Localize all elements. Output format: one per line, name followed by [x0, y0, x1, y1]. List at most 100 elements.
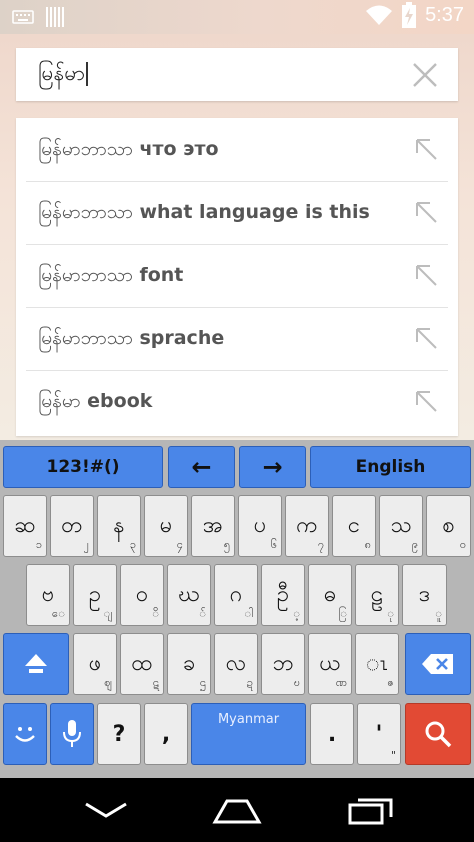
key-char: ဒ [418, 581, 431, 607]
key-row1[interactable]: န၃ [97, 495, 141, 557]
key-alt-char: ၂ [83, 538, 89, 551]
key-char: ဥ [88, 581, 102, 607]
suggestion-prefix: မြန်မာဘာသာ [38, 138, 133, 160]
emoji-key[interactable] [3, 703, 47, 765]
status-left [12, 7, 64, 31]
key-row2[interactable]: ဗေ [26, 564, 70, 626]
recents-icon [348, 798, 393, 825]
key-row1[interactable]: သ၉ [379, 495, 423, 557]
key-row2[interactable]: ဝိ [120, 564, 164, 626]
key-row2[interactable]: ဦ့ [261, 564, 305, 626]
search-bar[interactable]: မြန်မာ [16, 48, 458, 101]
suggestion-completion: sprache [132, 327, 225, 349]
arrow-up-left-icon[interactable] [414, 326, 438, 350]
suggestion-item[interactable]: မြန်မာဘာသာ sprache [26, 307, 448, 371]
battery-charging-icon [401, 2, 417, 28]
key-row1[interactable]: ပ၆ [238, 495, 282, 557]
key-row3[interactable]: ခဌ [167, 633, 211, 695]
key-row3[interactable]: ဖဈ [73, 633, 117, 695]
key-row2[interactable]: ဒူ [402, 564, 447, 626]
apostrophe-key[interactable]: ' " [357, 703, 401, 765]
recents-nav-button[interactable] [348, 797, 394, 829]
suggestion-prefix: မြန်မာ [38, 390, 81, 412]
comma-key[interactable]: , [144, 703, 188, 765]
key-char: ဓ [323, 581, 337, 607]
cursor-right-key[interactable]: → [239, 446, 306, 488]
key-row2[interactable]: ဂါ [214, 564, 258, 626]
key-row1[interactable]: မ၄ [144, 495, 188, 557]
arrow-left-icon: ← [191, 453, 212, 481]
key-alt-char: ဎ [293, 676, 300, 689]
shift-key[interactable] [3, 633, 69, 695]
key-alt-char: ၇ [317, 538, 324, 551]
key-char: ၤ [366, 650, 388, 676]
key-row1[interactable]: က၇ [285, 495, 329, 557]
status-bar: 5:37 [0, 0, 474, 34]
search-input[interactable]: မြန်မာ [38, 60, 89, 91]
key-alt-char: ဏ [335, 676, 347, 689]
key-row1[interactable]: စ၀ [426, 495, 471, 557]
shift-icon [25, 654, 47, 673]
backspace-key[interactable] [405, 633, 471, 695]
key-alt-char: ု [387, 607, 394, 620]
suggestion-prefix: မြန်မာဘာသာ [38, 264, 133, 286]
key-row2[interactable]: ဥျ [73, 564, 117, 626]
close-icon[interactable] [412, 62, 438, 88]
suggestion-item[interactable]: မြန်မာဘာသာ font [26, 244, 448, 308]
barcode-icon [46, 7, 64, 31]
language-switch-key[interactable]: English [310, 446, 471, 488]
key-char: , [161, 721, 171, 747]
key-row3[interactable]: ၤဇ [355, 633, 399, 695]
search-key[interactable] [405, 703, 471, 765]
suggestion-item[interactable]: မြန်မာဘာသာ что это [26, 118, 448, 182]
keyboard-icon [12, 9, 34, 29]
home-icon [212, 799, 262, 824]
arrow-up-left-icon[interactable] [414, 263, 438, 287]
key-row1[interactable]: ဆ၁ [3, 495, 47, 557]
smiley-icon [15, 727, 35, 742]
navigation-bar [0, 778, 474, 842]
key-char: ထ [131, 650, 153, 676]
key-alt-char: ဌ [199, 676, 206, 689]
arrow-up-left-icon[interactable] [414, 389, 438, 413]
suggestion-text: မြန်မာဘာသာ что это [38, 137, 219, 165]
chevron-down-icon [85, 802, 127, 818]
arrow-right-icon: → [262, 453, 283, 481]
arrow-up-left-icon[interactable] [414, 137, 438, 161]
back-nav-button[interactable] [84, 801, 128, 825]
key-alt-char: ် [199, 607, 206, 620]
key-row3[interactable]: ယဏ [308, 633, 352, 695]
key-row2[interactable]: ဃ် [167, 564, 211, 626]
backspace-icon [422, 654, 453, 674]
key-row2[interactable]: ဠု [355, 564, 399, 626]
suggestion-item[interactable]: မြန်မာဘာသာ what language is this [26, 181, 448, 245]
symbols-key[interactable]: 123!#() [3, 446, 163, 488]
question-key[interactable]: ? [97, 703, 141, 765]
home-nav-button[interactable] [212, 798, 262, 828]
suggestion-text: မြန်မာ ebook [38, 389, 152, 417]
arrow-up-left-icon[interactable] [414, 200, 438, 224]
key-row1[interactable]: အ၅ [191, 495, 235, 557]
voice-input-key[interactable] [50, 703, 94, 765]
cursor-left-key[interactable]: ← [168, 446, 235, 488]
suggestion-completion: what language is this [132, 201, 370, 223]
space-key[interactable]: Myanmar [191, 703, 306, 765]
key-alt-char: ျ [103, 607, 112, 620]
key-row1[interactable]: တ၂ [50, 495, 94, 557]
key-alt-char: ၀ [459, 538, 466, 551]
suggestion-item[interactable]: မြန်မာ ebook [26, 370, 448, 433]
key-row3[interactable]: လဍ [214, 633, 258, 695]
key-row3[interactable]: ဘဎ [261, 633, 305, 695]
key-row3[interactable]: ထဋ [120, 633, 164, 695]
suggestion-completion: font [132, 264, 184, 286]
key-row2[interactable]: ဓြ [308, 564, 352, 626]
key-char: ခ [182, 650, 196, 676]
key-char: က [296, 512, 318, 538]
period-key[interactable]: . [310, 703, 354, 765]
key-alt-char: ါ [244, 607, 253, 620]
key-alt-char: ၆ [270, 538, 277, 551]
suggestion-text: မြန်မာဘာသာ sprache [38, 326, 224, 354]
key-alt-char: ဋ [152, 676, 159, 689]
key-row1[interactable]: င၈ [332, 495, 376, 557]
suggestion-text: မြန်မာဘာသာ what language is this [38, 200, 370, 228]
